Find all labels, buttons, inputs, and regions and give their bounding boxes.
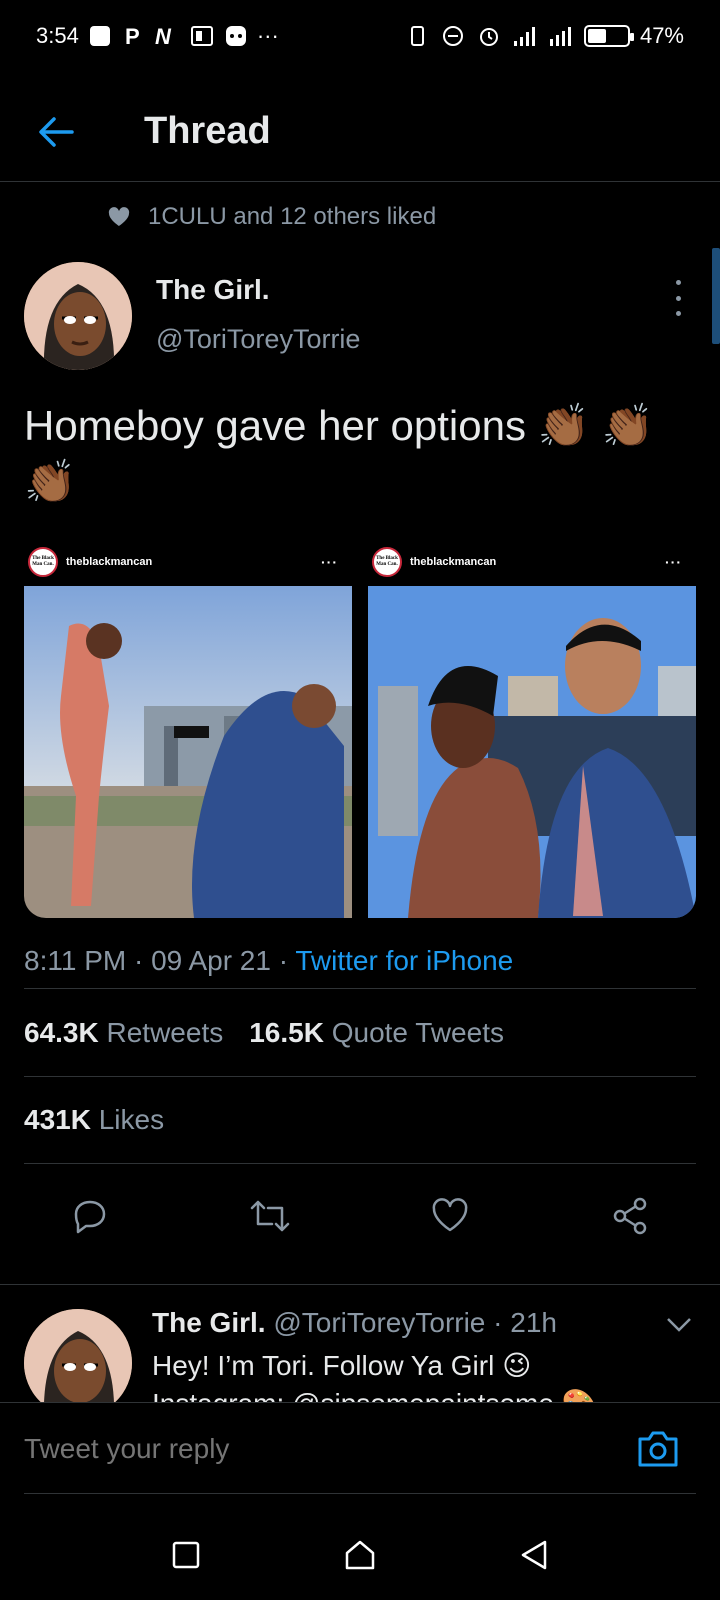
tweet-meta: 8:11 PM · 09 Apr 21 · Twitter for iPhone [24,945,513,977]
like-button[interactable] [360,1188,540,1244]
page-title: Thread [144,110,271,152]
quotes-label: Quote Tweets [331,1017,504,1048]
quotes-count: 16.5K [249,1017,324,1048]
divider [24,1163,696,1164]
n-notification-icon: N [155,25,172,47]
account-logo: The Black Man Can. [372,547,402,577]
reply-tweet[interactable]: The Girl. @ToriToreyTorrie · 21h Hey! I’… [0,1284,720,1402]
author-name[interactable]: The Girl. [156,274,270,306]
svg-text:P: P [125,25,140,47]
battery-icon [583,25,634,47]
reply-header: The Girl. @ToriToreyTorrie · 21h [152,1307,557,1339]
signal-2-icon [549,27,571,46]
retweets-stat[interactable]: 64.3K Retweets [24,1017,223,1049]
reply-text-line: Instagram: @sipsomepaintsome 🎨 [152,1385,672,1402]
status-bar: 3:54 P N ··· 47% [0,0,720,72]
camera-button[interactable] [636,1429,680,1474]
likes-label: Likes [98,1104,165,1135]
app-notification-icon [89,26,110,46]
scrollbar[interactable] [712,248,720,344]
social-context-text: 1CULU and 12 others liked [148,203,437,230]
alarm-icon [479,28,498,46]
tweet-actions [0,1188,720,1244]
share-icon [613,1197,647,1235]
reply-text-line: Hey! I’m Tori. Follow Ya Girl 😉 [152,1350,532,1381]
game-notification-icon [225,26,246,46]
more-icon[interactable] [668,280,688,316]
media-image-proposal[interactable]: The Black Man Can. theblackmancan ··· [24,540,352,918]
divider [24,1493,696,1494]
status-time: 3:54 [36,23,79,48]
back-button[interactable] [0,82,112,182]
heart-icon [108,207,130,226]
author-handle[interactable]: @ToriToreyTorrie [156,324,360,355]
vibrate-icon [410,26,424,46]
reply-button[interactable] [0,1188,180,1244]
chevron-down-icon[interactable] [666,1317,692,1333]
retweet-icon [250,1200,290,1232]
news-notification-icon [190,26,213,46]
svg-text:N: N [155,25,172,47]
social-context: 1CULU and 12 others liked [108,203,436,231]
account-logo: The Black Man Can. [28,547,58,577]
signal-icon [513,27,535,46]
reply-author-name[interactable]: The Girl. [152,1307,266,1338]
system-nav-bar [0,1510,720,1600]
ig-more-icon: ··· [321,554,338,570]
divider [24,1076,696,1077]
likes-count: 431K [24,1104,91,1135]
stats-row-retweets: 64.3K Retweets 16.5K Quote Tweets [24,1017,504,1049]
reply-text: Hey! I’m Tori. Follow Ya Girl 😉 Instagra… [152,1347,672,1402]
retweet-button[interactable] [180,1188,360,1244]
retweets-label: Retweets [106,1017,224,1048]
share-button[interactable] [540,1188,720,1244]
like-icon [432,1198,468,1232]
ig-account-name: theblackmancan [66,556,153,568]
tweet-author: The Girl. @ToriToreyTorrie [24,262,696,372]
ig-account-name: theblackmancan [410,556,497,568]
camera-icon [638,1431,678,1467]
divider [24,988,696,989]
reply-compose-bar [0,1402,720,1498]
home-icon[interactable] [344,1539,376,1571]
likes-stat[interactable]: 431K Likes [24,1104,164,1136]
reply-input[interactable] [24,1433,584,1465]
dnd-icon [442,26,463,46]
stats-row-likes: 431K Likes [24,1104,164,1136]
avatar[interactable] [24,1309,132,1402]
battery-percent: 47% [639,23,684,48]
ig-more-icon: ··· [665,554,682,570]
retweets-count: 64.3K [24,1017,99,1048]
tweet-media: The Black Man Can. theblackmancan ··· Th… [24,540,696,918]
back-arrow-icon [39,116,74,147]
media-image-couple[interactable]: The Black Man Can. theblackmancan ··· [368,540,696,918]
back-nav-icon[interactable] [519,1539,549,1571]
recent-apps-icon[interactable] [171,1540,201,1570]
tweet-source-link[interactable]: Twitter for iPhone [295,945,513,976]
quotes-stat[interactable]: 16.5K Quote Tweets [249,1017,504,1049]
tweet-text: Homeboy gave her options 👏🏾 👏🏾 👏🏾 [24,402,654,505]
header-bar: Thread [0,82,720,182]
tweet-timestamp: 8:11 PM · 09 Apr 21 · [24,945,296,976]
p-notification-icon: P [125,25,140,47]
avatar[interactable] [24,262,132,370]
reply-icon [74,1200,106,1234]
status-overflow: ··· [256,23,279,48]
reply-meta: @ToriToreyTorrie · 21h [273,1307,557,1338]
